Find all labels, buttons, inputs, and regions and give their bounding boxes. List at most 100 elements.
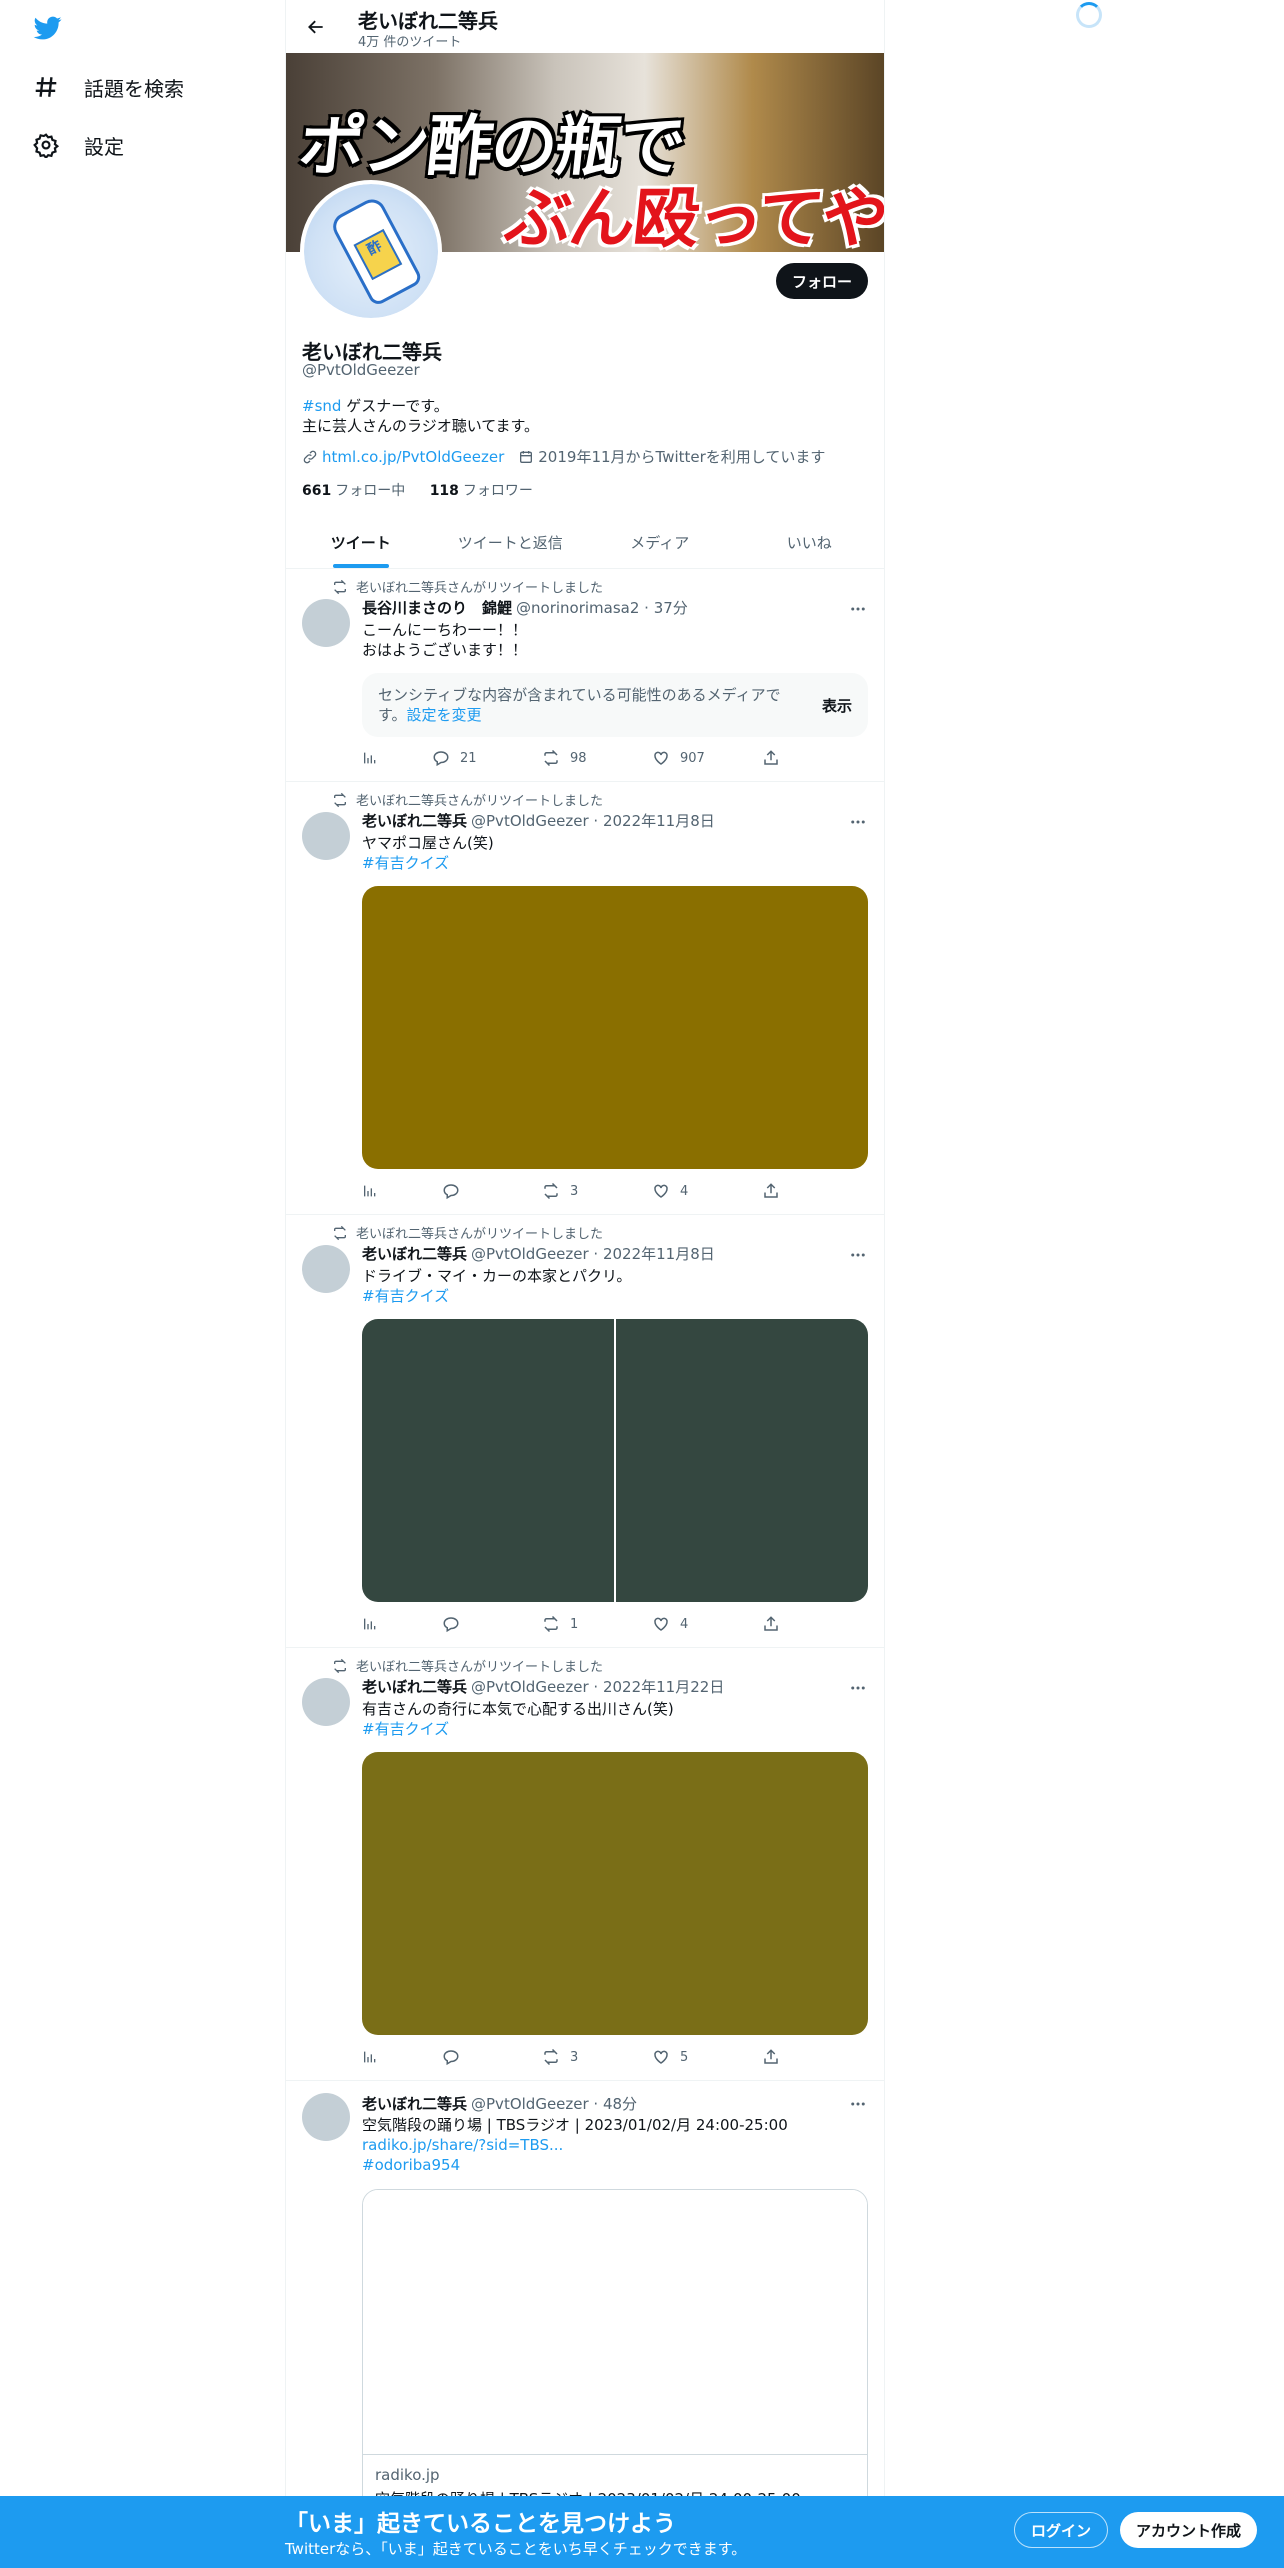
following-link[interactable]: 661 フォロー中 [302,483,405,499]
tweet-author-name[interactable]: 老いぼれ二等兵 [362,1676,467,1697]
tweet-author-meta[interactable]: @norinorimasa2 · 37分 [516,597,688,618]
show-media-button[interactable]: 表示 [822,695,852,716]
tweet-author-meta[interactable]: @PvtOldGeezer · 48分 [471,2093,637,2114]
retweet-button[interactable]: 1 [542,1615,652,1633]
views-button[interactable] [362,1616,442,1632]
avatar[interactable] [302,2093,350,2141]
tweet-media-image[interactable] [362,1319,614,1602]
tweet-author-name[interactable]: 老いぼれ二等兵 [362,810,467,831]
retweet-button[interactable]: 3 [542,1182,652,1200]
views-button[interactable] [362,1183,442,1199]
analytics-icon [364,752,376,764]
retweet-icon [334,1658,346,1673]
like-button[interactable]: 4 [652,1182,762,1200]
follow-button[interactable]: フォロー [775,263,868,299]
twitter-logo-icon[interactable] [32,14,64,44]
reply-button[interactable] [442,2048,542,2066]
profile-joined-date: 2019年11月からTwitterを利用しています [538,448,826,466]
reply-button[interactable] [442,1615,542,1633]
views-button[interactable] [362,2049,442,2065]
tweet-hashtag-link[interactable]: #有吉クイズ [362,853,494,873]
reply-button[interactable]: 21 [432,749,542,767]
profile-bio: #snd ゲスナーです。 主に芸人さんのラジオ聴いてます。 [302,396,539,436]
retweet-context: 老いぼれ二等兵さんがリツイートしました [332,1656,603,1675]
reply-icon [433,751,449,767]
calendar-icon [520,450,533,463]
profile-handle: @PvtOldGeezer [302,361,420,379]
tab-tweets-and-replies[interactable]: ツイートと返信 [436,516,586,568]
tweet-media-image[interactable] [616,1319,868,1602]
bio-line1: ゲスナーです。 [341,397,449,415]
link-card-image [363,2190,867,2455]
tweet[interactable]: 老いぼれ二等兵 @PvtOldGeezer · 48分 空気階段の踊り場 | T… [286,2081,884,2568]
tweet-author-meta[interactable]: @PvtOldGeezer · 2022年11月22日 [471,1676,724,1697]
tweet-author-meta[interactable]: @PvtOldGeezer · 2022年11月8日 [471,1243,715,1264]
back-arrow-icon[interactable] [300,12,332,42]
tweet-hashtag-link[interactable]: #有吉クイズ [362,1286,631,1306]
tweet-text-line: ドライブ・マイ・カーの本家とパクリ。 [362,1267,632,1285]
signup-button[interactable]: アカウント作成 [1120,2512,1258,2548]
link-card[interactable]: radiko.jp 空気階段の踊り場 | TBSラジオ | 2023/01/02… [362,2189,868,2529]
tweet[interactable]: 老いぼれ二等兵さんがリツイートしました 老いぼれ二等兵 @PvtOldGeeze… [286,782,884,1215]
hashtag-icon [32,73,60,101]
tweet-hashtag-link[interactable]: #有吉クイズ [362,1719,674,1739]
tweet-author-name[interactable]: 老いぼれ二等兵 [362,2093,467,2114]
share-button[interactable] [762,1615,780,1633]
tweet-actions: 21 98 907 [362,749,782,767]
reply-icon [443,2050,459,2066]
tab-tweets[interactable]: ツイート [286,516,436,568]
sensitive-media-message: センシティブな内容が含まれている可能性のあるメディアです。設定を変更 [378,685,798,725]
header-tweet-count: 4万 件のツイート [358,35,462,50]
retweet-button[interactable]: 3 [542,2048,652,2066]
views-button[interactable] [362,750,432,766]
profile-avatar[interactable]: 酢 [300,180,442,322]
tweet-media-image[interactable] [362,1752,868,2035]
tweet-author-name[interactable]: 長谷川まさのり 錦鯉 [362,597,512,618]
tweet-header: 長谷川まさのり 錦鯉 @norinorimasa2 · 37分 [362,597,688,618]
nav-explore[interactable]: 話題を検索 [32,67,184,107]
tweet-author-meta[interactable]: @PvtOldGeezer · 2022年11月8日 [471,810,715,831]
tweet-header: 老いぼれ二等兵 @PvtOldGeezer · 2022年11月8日 [362,810,715,831]
more-options-icon[interactable] [848,1678,868,1698]
like-button[interactable]: 907 [652,749,762,767]
avatar[interactable] [302,812,350,860]
tweet[interactable]: 老いぼれ二等兵さんがリツイートしました 老いぼれ二等兵 @PvtOldGeeze… [286,1648,884,2081]
followers-link[interactable]: 118 フォロワー [430,483,533,499]
tweet-author-name[interactable]: 老いぼれ二等兵 [362,1243,467,1264]
tweet-header: 老いぼれ二等兵 @PvtOldGeezer · 48分 [362,2093,637,2114]
more-options-icon[interactable] [848,2094,868,2114]
reply-count: 21 [460,750,477,766]
login-button[interactable]: ログイン [1014,2512,1109,2548]
tweet-text-line: 空気階段の踊り場 | TBSラジオ | 2023/01/02/月 24:00-2… [362,2116,788,2134]
like-button[interactable]: 4 [652,1615,762,1633]
nav-settings[interactable]: 設定 [32,125,124,165]
heart-icon [654,1617,668,1631]
share-icon [764,2049,778,2064]
avatar[interactable] [302,599,350,647]
more-options-icon[interactable] [848,1245,868,1265]
bio-hashtag-link[interactable]: #snd [302,397,341,415]
like-count: 4 [680,1616,689,1632]
avatar[interactable] [302,1678,350,1726]
tweet[interactable]: 老いぼれ二等兵さんがリツイートしました 長谷川まさのり 錦鯉 @norinori… [286,569,884,782]
change-settings-link[interactable]: 設定を変更 [407,706,482,724]
reply-button[interactable] [442,1182,542,1200]
tweet-hashtag-link[interactable]: #odoriba954 [362,2155,788,2175]
avatar[interactable] [302,1245,350,1293]
tweet-media-image[interactable] [362,886,868,1169]
profile-website-link[interactable]: html.co.jp/PvtOldGeezer [322,448,504,466]
tweet-url-link[interactable]: radiko.jp/share/?sid=TBS... [362,2135,788,2155]
share-button[interactable] [762,1182,780,1200]
retweet-context-label: 老いぼれ二等兵さんがリツイートしました [356,581,604,596]
more-options-icon[interactable] [848,812,868,832]
retweet-button[interactable]: 98 [542,749,652,767]
share-button[interactable] [762,2048,780,2066]
loading-spinner-icon [1076,2,1102,28]
tab-media[interactable]: メディア [585,516,735,568]
tab-likes[interactable]: いいね [735,516,885,568]
like-button[interactable]: 5 [652,2048,762,2066]
tweet-text: こーんにーちわーー！！ おはようございます！！ [362,620,527,660]
share-button[interactable] [762,749,780,767]
more-options-icon[interactable] [848,599,868,619]
tweet[interactable]: 老いぼれ二等兵さんがリツイートしました 老いぼれ二等兵 @PvtOldGeeze… [286,1215,884,1648]
